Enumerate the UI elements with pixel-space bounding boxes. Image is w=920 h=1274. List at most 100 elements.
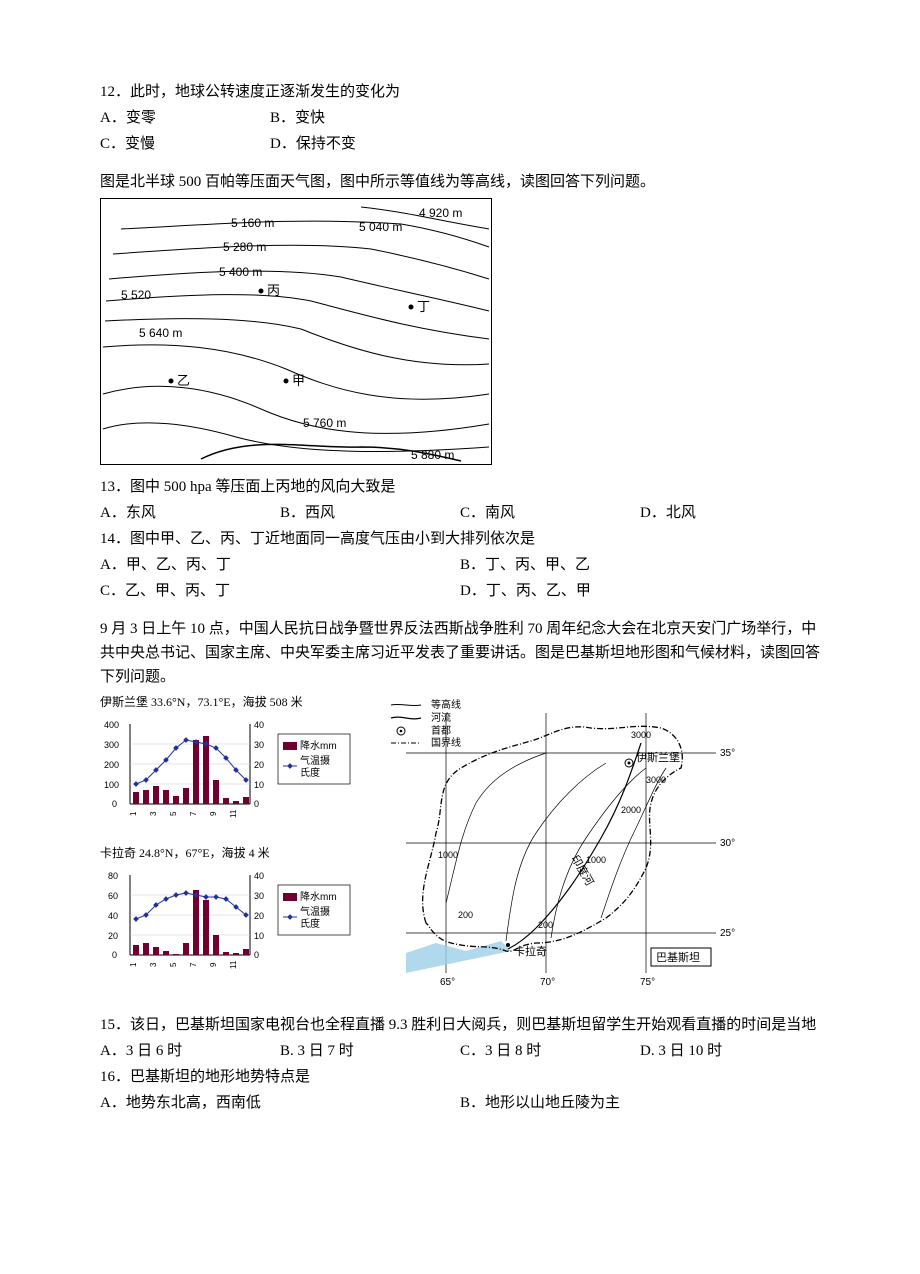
chart-isl-title: 伊斯兰堡 33.6°N，73.1°E，海拔 508 米 [100, 693, 360, 712]
svg-text:2000: 2000 [621, 805, 641, 815]
label-karachi: 卡拉奇 [514, 944, 547, 958]
isobaric-weather-map: 5 160 m 5 280 m 5 400 m 5 520 5 640 m 5 … [100, 198, 492, 465]
q12-option-a: A．变零 [100, 106, 270, 130]
q14-option-c: C．乙、甲、丙、丁 [100, 579, 460, 603]
svg-text:40: 40 [254, 720, 264, 730]
q16-option-a: A．地势东北高，西南低 [100, 1091, 460, 1115]
intro-fig2: 9 月 3 日上午 10 点，中国人民抗日战争暨世界反法西斯战争胜利 70 周年… [100, 617, 820, 689]
svg-text:等高线: 等高线 [431, 698, 461, 711]
q14-option-d: D．丁、丙、乙、甲 [460, 579, 820, 603]
svg-text:1000: 1000 [438, 850, 458, 860]
contour-5640: 5 640 m [139, 326, 182, 340]
svg-text:30: 30 [254, 740, 264, 750]
svg-text:1000: 1000 [586, 855, 606, 865]
label-islamabad: 伊斯兰堡 [636, 750, 680, 764]
q13-options: A．东风 B．西风 C．南风 D．北风 [100, 501, 820, 525]
svg-text:3000: 3000 [631, 730, 651, 740]
svg-text:30: 30 [254, 891, 264, 901]
svg-text:100: 100 [104, 780, 119, 790]
point-ding: 丁 [417, 299, 430, 314]
svg-text:11: 11 [229, 809, 238, 818]
label-pakistan: 巴基斯坦 [656, 950, 700, 964]
svg-text:5: 5 [169, 811, 178, 816]
svg-text:7: 7 [189, 811, 198, 816]
svg-text:3: 3 [149, 811, 158, 816]
svg-text:0: 0 [112, 799, 117, 809]
chart-islamabad: 伊斯兰堡 33.6°N，73.1°E，海拔 508 米 400 300 200 … [100, 693, 360, 832]
q15-option-a: A．3 日 6 时 [100, 1039, 280, 1063]
svg-text:9: 9 [209, 962, 218, 967]
svg-text:35°: 35° [720, 748, 735, 759]
svg-text:0: 0 [254, 950, 259, 960]
svg-text:25°: 25° [720, 928, 735, 939]
chart-kar-title: 卡拉奇 24.8°N，67°E，海拔 4 米 [100, 844, 360, 863]
q14-option-b: B．丁、丙、甲、乙 [460, 553, 820, 577]
contour-4920: 4 920 m [419, 206, 462, 220]
contour-5760: 5 760 m [303, 416, 346, 430]
q12-options-row2: C．变慢 D．保持不变 [100, 132, 820, 156]
q12-option-d: D．保持不变 [270, 132, 440, 156]
svg-text:75°: 75° [640, 977, 655, 988]
q15-stem: 15．该日，巴基斯坦国家电视台也全程直播 9.3 胜利日大阅兵，则巴基斯坦留学生… [100, 1013, 820, 1037]
point-bing: 丙 [267, 283, 280, 298]
contour-5040: 5 040 m [359, 220, 402, 234]
svg-text:200: 200 [538, 920, 553, 930]
q15-option-c: C．3 日 8 时 [460, 1039, 640, 1063]
svg-text:80: 80 [108, 871, 118, 881]
svg-text:20: 20 [254, 911, 264, 921]
q12-options-row1: A．变零 B．变快 [100, 106, 820, 130]
point-jia: 甲 [292, 373, 305, 388]
svg-text:65°: 65° [440, 977, 455, 988]
q15-option-b: B. 3 日 7 时 [280, 1039, 460, 1063]
svg-text:5: 5 [169, 962, 178, 967]
contour-5880: 5 880 m [411, 448, 454, 462]
svg-text:气温摄: 气温摄 [300, 905, 330, 918]
q12-stem: 12．此时，地球公转速度正逐渐发生的变化为 [100, 80, 820, 104]
q16-options: A．地势东北高，西南低 B．地形以山地丘陵为主 [100, 1091, 820, 1115]
svg-text:降水mm: 降水mm [300, 890, 337, 903]
svg-text:首都: 首都 [431, 724, 451, 737]
legend-temp: 气温摄 [300, 754, 330, 767]
svg-text:400: 400 [104, 720, 119, 730]
svg-text:10: 10 [254, 780, 264, 790]
intro-fig1: 图是北半球 500 百帕等压面天气图，图中所示等值线为等高线，读图回答下列问题。 [100, 170, 820, 194]
svg-text:1: 1 [129, 811, 138, 816]
svg-text:1: 1 [129, 962, 138, 967]
q13-stem: 13．图中 500 hpa 等压面上丙地的风向大致是 [100, 475, 820, 499]
q15-options: A．3 日 6 时 B. 3 日 7 时 C．3 日 8 时 D. 3 日 10… [100, 1039, 820, 1063]
svg-text:30°: 30° [720, 838, 735, 849]
svg-text:40: 40 [108, 911, 118, 921]
q13-option-a: A．东风 [100, 501, 280, 525]
q13-option-d: D．北风 [640, 501, 820, 525]
svg-text:河流: 河流 [431, 711, 451, 724]
pakistan-map: 65° 70° 75° 35° 30° 25° 1000 200 200 100… [376, 693, 746, 1001]
svg-text:0: 0 [254, 799, 259, 809]
svg-text:9: 9 [209, 811, 218, 816]
contour-5400: 5 400 m [219, 265, 262, 279]
q16-stem: 16．巴基斯坦的地形地势特点是 [100, 1065, 820, 1089]
svg-text:200: 200 [458, 910, 473, 920]
svg-text:11: 11 [229, 961, 238, 970]
climate-charts: 伊斯兰堡 33.6°N，73.1°E，海拔 508 米 400 300 200 … [100, 693, 360, 995]
climate-and-map: 伊斯兰堡 33.6°N，73.1°E，海拔 508 米 400 300 200 … [100, 693, 820, 1001]
q16-option-b: B．地形以山地丘陵为主 [460, 1091, 820, 1115]
svg-text:3: 3 [149, 962, 158, 967]
svg-text:70°: 70° [540, 977, 555, 988]
svg-text:40: 40 [254, 871, 264, 881]
svg-text:0: 0 [112, 950, 117, 960]
q15-option-d: D. 3 日 10 时 [640, 1039, 820, 1063]
q12-option-b: B．变快 [270, 106, 440, 130]
q13-option-c: C．南风 [460, 501, 640, 525]
svg-text:3000: 3000 [646, 775, 666, 785]
q14-option-a: A．甲、乙、丙、丁 [100, 553, 460, 577]
chart-karachi: 卡拉奇 24.8°N，67°E，海拔 4 米 80 60 40 20 0 40 … [100, 844, 360, 983]
contour-5280: 5 280 m [223, 240, 266, 254]
svg-text:300: 300 [104, 740, 119, 750]
q14-options-row1: A．甲、乙、丙、丁 B．丁、丙、甲、乙 [100, 553, 820, 577]
svg-text:国界线: 国界线 [431, 736, 461, 749]
svg-text:200: 200 [104, 760, 119, 770]
q13-option-b: B．西风 [280, 501, 460, 525]
q14-stem: 14．图中甲、乙、丙、丁近地面同一高度气压由小到大排列依次是 [100, 527, 820, 551]
svg-text:20: 20 [254, 760, 264, 770]
svg-text:10: 10 [254, 931, 264, 941]
